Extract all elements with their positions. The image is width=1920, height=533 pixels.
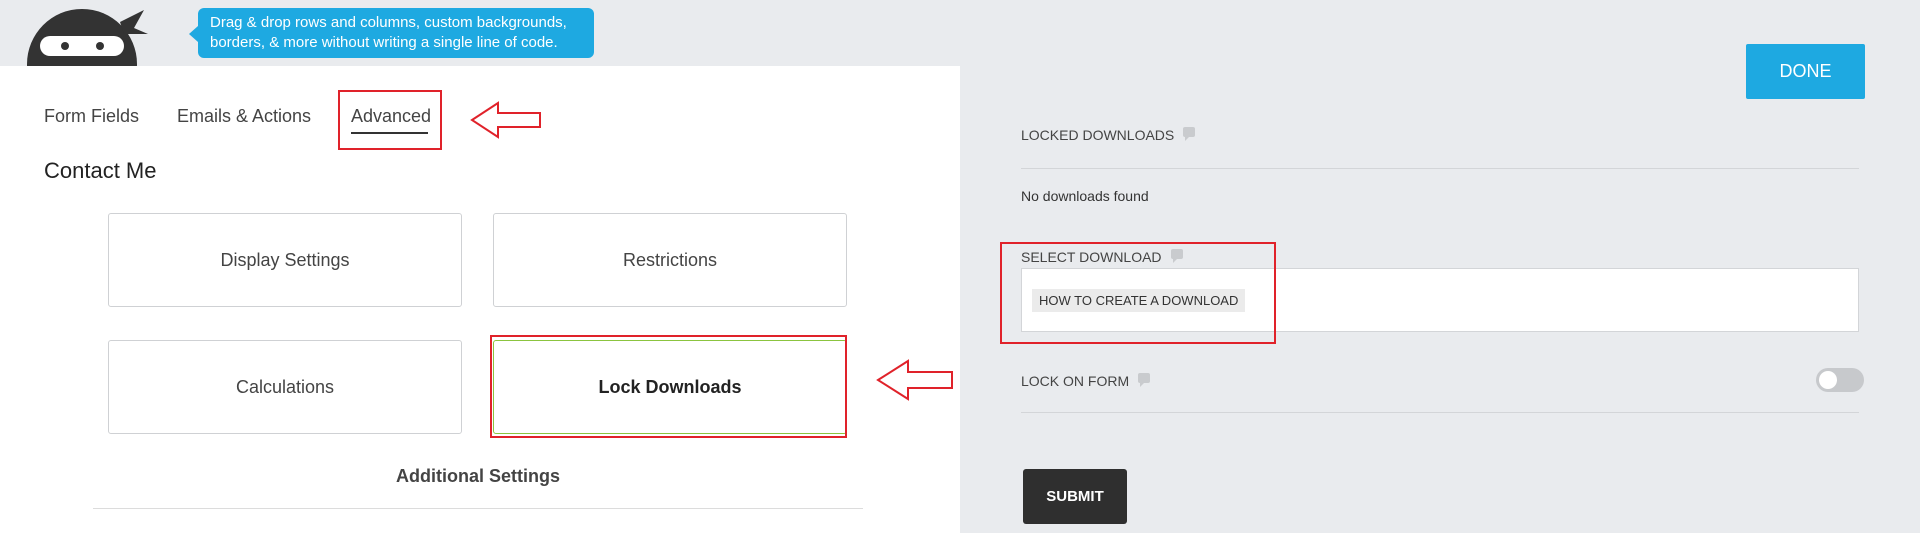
lock-on-form-label: LOCK ON FORM: [1021, 373, 1151, 389]
done-button[interactable]: DONE: [1746, 44, 1865, 99]
additional-settings-heading: Additional Settings: [396, 466, 560, 486]
annotation-box-lock-downloads: [490, 335, 847, 438]
left-arrow-icon: [470, 101, 541, 139]
annotation-box-advanced: [338, 90, 442, 150]
comment-help-icon[interactable]: [1183, 127, 1196, 141]
calculations-label: Calculations: [235, 376, 335, 397]
comment-help-icon[interactable]: [1138, 373, 1151, 387]
divider: [1021, 412, 1859, 413]
tab-form-fields[interactable]: Form Fields: [44, 106, 139, 127]
ninja-logo-icon: [20, 0, 150, 66]
annotation-box-select-download: [1000, 242, 1276, 344]
toggle-knob: [1819, 371, 1837, 389]
tooltip-line-1: Drag & drop rows and columns, custom bac…: [210, 14, 567, 31]
divider: [93, 508, 863, 509]
lock-on-form-toggle[interactable]: [1816, 368, 1864, 392]
restrictions-card[interactable]: Restrictions: [493, 213, 847, 307]
submit-button[interactable]: SUBMIT: [1023, 469, 1127, 524]
display-settings-card[interactable]: Display Settings: [108, 213, 462, 307]
app-window: Drag & drop rows and columns, custom bac…: [0, 0, 1920, 533]
display-settings-label: Display Settings: [220, 249, 350, 270]
no-downloads-message: No downloads found: [1021, 188, 1149, 204]
builder-tip-tooltip: Drag & drop rows and columns, custom bac…: [189, 8, 594, 58]
restrictions-label: Restrictions: [622, 249, 718, 270]
tab-emails-actions[interactable]: Emails & Actions: [177, 106, 311, 127]
left-arrow-icon: [876, 359, 953, 401]
form-title: Contact Me: [44, 158, 157, 183]
tooltip-pointer: [189, 26, 198, 42]
locked-downloads-label: LOCKED DOWNLOADS: [1021, 127, 1196, 143]
lock-on-form-text: LOCK ON FORM: [1021, 373, 1130, 389]
divider: [1021, 168, 1859, 169]
locked-downloads-text: LOCKED DOWNLOADS: [1021, 127, 1175, 143]
tooltip-line-2: borders, & more without writing a single…: [210, 34, 558, 51]
calculations-card[interactable]: Calculations: [108, 340, 462, 434]
